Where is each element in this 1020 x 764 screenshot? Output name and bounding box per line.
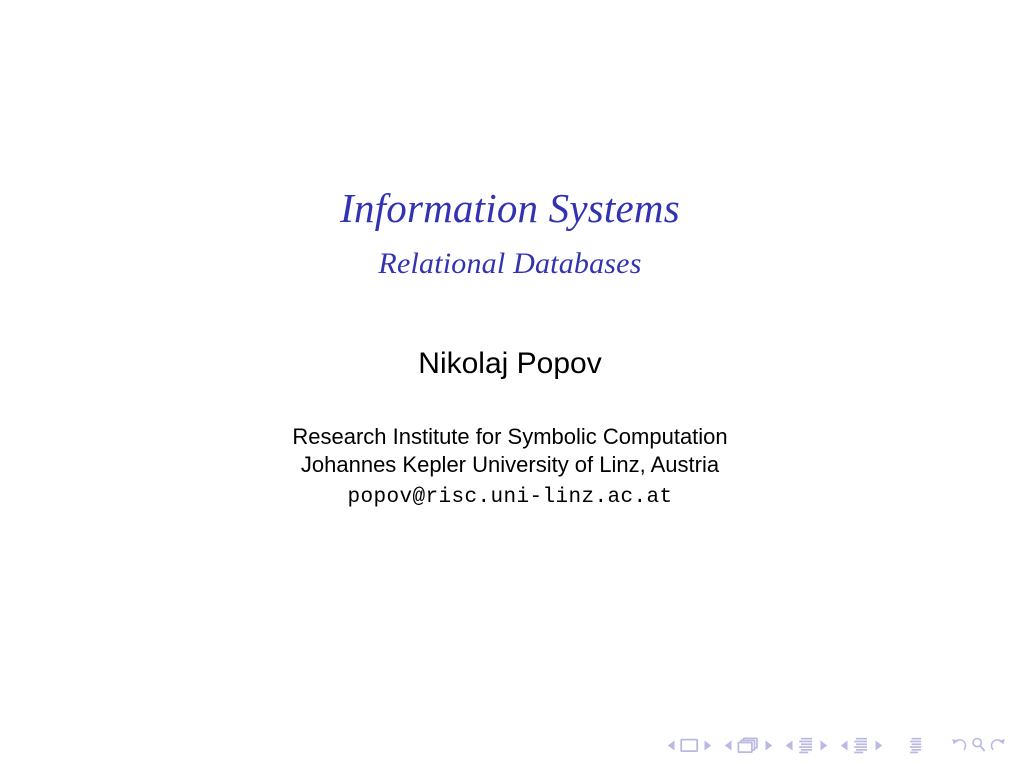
subsection-navigation-group[interactable] <box>785 737 828 754</box>
author-email: popov@risc.uni-linz.ac.at <box>347 486 673 509</box>
slide-icon[interactable] <box>680 738 699 753</box>
previous-slide-icon[interactable] <box>667 740 676 751</box>
page-subtitle: Relational Databases <box>378 246 642 280</box>
presentation-slide: Information Systems Relational Databases… <box>0 0 1020 764</box>
search-icon[interactable] <box>971 737 986 753</box>
next-slide-icon[interactable] <box>703 740 712 751</box>
next-frame-icon[interactable] <box>764 740 773 751</box>
beamer-navigation-bar[interactable] <box>667 732 1006 758</box>
next-subsection-icon[interactable] <box>819 740 828 751</box>
author-name: Nikolaj Popov <box>418 347 602 380</box>
author-block: Nikolaj Popov <box>0 346 1020 382</box>
institute-line-2: Johannes Kepler University of Linz, Aust… <box>300 451 720 477</box>
institute-line-1: Research Institute for Symbolic Computat… <box>292 424 728 449</box>
document-icon[interactable] <box>909 737 925 754</box>
back-arrow-icon[interactable] <box>951 737 967 753</box>
previous-frame-icon[interactable] <box>724 740 733 751</box>
page-title: Information Systems <box>340 185 680 231</box>
document-navigation-group[interactable] <box>909 737 925 754</box>
slide-navigation-group[interactable] <box>667 738 712 753</box>
section-navigation-group[interactable] <box>840 737 883 754</box>
subsection-icon[interactable] <box>798 737 815 754</box>
frame-navigation-group[interactable] <box>724 736 773 754</box>
title-block: Information Systems Relational Databases <box>0 185 1020 281</box>
previous-subsection-icon[interactable] <box>785 740 794 751</box>
forward-arrow-icon[interactable] <box>990 737 1006 753</box>
next-section-icon[interactable] <box>874 740 883 751</box>
frame-stack-icon[interactable] <box>737 736 760 754</box>
history-navigation-group[interactable] <box>951 737 1006 753</box>
institute-block: Research Institute for Symbolic Computat… <box>0 423 1020 511</box>
previous-section-icon[interactable] <box>840 740 849 751</box>
section-icon[interactable] <box>853 737 870 754</box>
